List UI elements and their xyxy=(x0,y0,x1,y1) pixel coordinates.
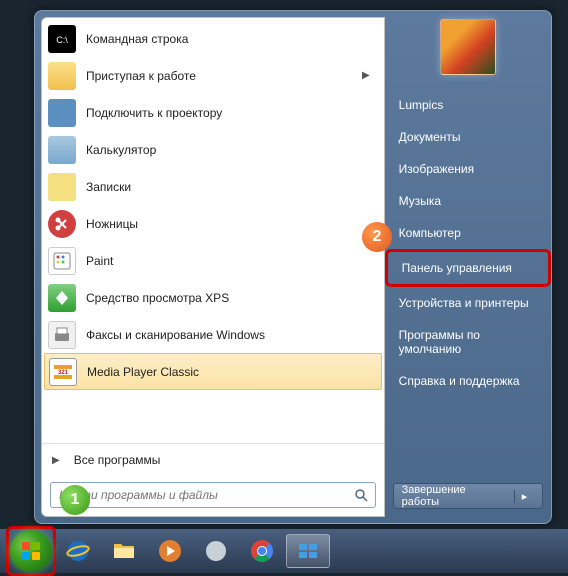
search-input[interactable] xyxy=(51,488,347,502)
programs-list: C:\ Командная строка Приступая к работе … xyxy=(42,18,384,443)
right-item-user[interactable]: Lumpics xyxy=(385,89,551,121)
program-label: Подключить к проектору xyxy=(86,106,222,120)
chrome-icon xyxy=(249,538,275,564)
chevron-right-icon[interactable]: ▸ xyxy=(514,490,534,503)
right-item-pictures[interactable]: Изображения xyxy=(385,153,551,185)
chevron-right-icon: ▶ xyxy=(52,455,60,466)
user-picture[interactable] xyxy=(440,19,496,75)
right-item-music[interactable]: Музыка xyxy=(385,185,551,217)
program-item-cmd[interactable]: C:\ Командная строка xyxy=(44,20,382,57)
svg-text:321: 321 xyxy=(58,370,69,376)
program-label: Приступая к работе xyxy=(86,69,196,83)
printer-icon xyxy=(48,321,76,349)
folder-icon xyxy=(48,62,76,90)
ie-icon xyxy=(65,538,91,564)
search-icon xyxy=(354,488,368,502)
shutdown-area: Завершение работы ▸ xyxy=(385,477,551,515)
start-button[interactable] xyxy=(10,530,52,572)
start-menu: C:\ Командная строка Приступая к работе … xyxy=(34,10,552,524)
taskbar xyxy=(0,529,568,573)
start-menu-left-panel: C:\ Командная строка Приступая к работе … xyxy=(41,17,385,517)
taskbar-app-2[interactable] xyxy=(286,534,330,568)
app-icon xyxy=(203,538,229,564)
app-icon xyxy=(295,538,321,564)
search-button[interactable] xyxy=(347,483,375,507)
media-player-icon xyxy=(157,538,183,564)
program-item-sticky-notes[interactable]: Записки xyxy=(44,168,382,205)
program-item-paint[interactable]: Paint xyxy=(44,242,382,279)
folder-icon xyxy=(111,538,137,564)
all-programs-label: Все программы xyxy=(74,453,161,467)
projector-icon xyxy=(48,99,76,127)
shutdown-label: Завершение работы xyxy=(402,484,506,508)
cmd-icon: C:\ xyxy=(48,25,76,53)
right-item-documents[interactable]: Документы xyxy=(385,121,551,153)
taskbar-ie[interactable] xyxy=(56,534,100,568)
program-item-mpc[interactable]: 321 Media Player Classic xyxy=(44,353,382,390)
program-label: Записки xyxy=(86,180,131,194)
program-label: Калькулятор xyxy=(86,143,156,157)
taskbar-explorer[interactable] xyxy=(102,534,146,568)
search-box xyxy=(50,482,376,508)
calculator-icon xyxy=(48,136,76,164)
program-label: Командная строка xyxy=(86,32,188,46)
annotation-callout-1: 1 xyxy=(60,485,90,515)
media-player-icon: 321 xyxy=(49,358,77,386)
windows-logo-icon xyxy=(19,539,43,563)
all-programs-button[interactable]: ▶ Все программы xyxy=(42,444,384,476)
program-label: Факсы и сканирование Windows xyxy=(86,328,265,342)
right-item-help[interactable]: Справка и поддержка xyxy=(385,365,551,397)
program-item-xps[interactable]: Средство просмотра XPS xyxy=(44,279,382,316)
chevron-right-icon: ▶ xyxy=(362,70,370,81)
program-item-fax[interactable]: Факсы и сканирование Windows xyxy=(44,316,382,353)
right-item-control-panel[interactable]: Панель управления xyxy=(385,249,551,287)
scissors-icon xyxy=(48,210,76,238)
right-item-default-programs[interactable]: Программы по умолчанию xyxy=(385,319,551,365)
right-item-computer[interactable]: Компьютер xyxy=(385,217,551,249)
paint-icon xyxy=(48,247,76,275)
notes-icon xyxy=(48,173,76,201)
program-label: Ножницы xyxy=(86,217,138,231)
shutdown-button[interactable]: Завершение работы ▸ xyxy=(393,483,543,509)
program-label: Paint xyxy=(86,254,113,268)
right-item-devices[interactable]: Устройства и принтеры xyxy=(385,287,551,319)
program-label: Средство просмотра XPS xyxy=(86,291,229,305)
xps-icon xyxy=(48,284,76,312)
program-item-snipping[interactable]: Ножницы xyxy=(44,205,382,242)
annotation-callout-2: 2 xyxy=(362,222,392,252)
taskbar-chrome[interactable] xyxy=(240,534,284,568)
program-item-getting-started[interactable]: Приступая к работе ▶ xyxy=(44,57,382,94)
start-button-highlight xyxy=(6,526,56,576)
taskbar-app-1[interactable] xyxy=(194,534,238,568)
program-item-calculator[interactable]: Калькулятор xyxy=(44,131,382,168)
taskbar-wmp[interactable] xyxy=(148,534,192,568)
program-label: Media Player Classic xyxy=(87,365,199,379)
program-item-projector[interactable]: Подключить к проектору xyxy=(44,94,382,131)
start-menu-right-panel: Lumpics Документы Изображения Музыка Ком… xyxy=(385,11,551,523)
